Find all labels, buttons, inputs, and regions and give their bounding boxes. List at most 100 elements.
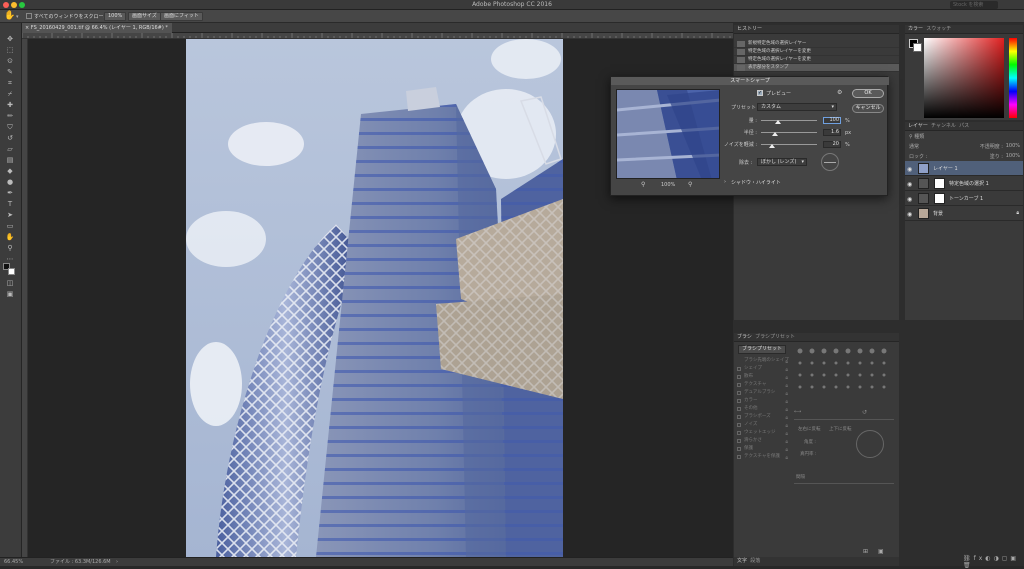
brush-option[interactable]: ブラシポーズ 🔒︎ — [736, 413, 792, 421]
layer-kind-select[interactable]: 種類 — [914, 134, 924, 140]
amount-track[interactable] — [761, 120, 817, 121]
zoom-level[interactable]: 66.45% — [4, 558, 23, 566]
dodge-tool-icon[interactable]: ● — [4, 178, 16, 187]
tab-color[interactable]: カラー — [908, 26, 923, 32]
tab-brush-presets[interactable]: ブラシプリセット — [755, 334, 795, 340]
opacity-value[interactable]: 100% — [1006, 143, 1020, 149]
lasso-tool-icon[interactable]: ଡ — [4, 57, 16, 66]
gradient-tool-icon[interactable]: ▤ — [4, 156, 16, 165]
quick-mask-icon[interactable]: ◫ — [4, 279, 16, 288]
history-item[interactable]: 新規特定色域の選択レイヤー — [734, 40, 899, 48]
brush-option[interactable]: ブラシ先端のシェイプ 🔒︎ — [736, 357, 792, 365]
tab-layers[interactable]: レイヤー — [908, 123, 928, 129]
reset-icon[interactable]: ↺ — [862, 409, 867, 416]
brush-tips-grid[interactable] — [792, 345, 897, 405]
brush-option[interactable]: その他 🔒︎ — [736, 405, 792, 413]
zoom-in-icon[interactable]: ⚲ — [688, 181, 692, 188]
brush-tool-icon[interactable]: ✏ — [4, 112, 16, 121]
background-color[interactable] — [913, 43, 922, 52]
layer-row[interactable]: ◉ トーンカーブ 1 — [905, 191, 1023, 206]
new-brush-icon[interactable]: ⊞ — [863, 548, 868, 555]
crop-tool-icon[interactable]: ⌗ — [4, 79, 16, 88]
close-tab-icon[interactable]: × — [25, 25, 29, 31]
move-tool-icon[interactable]: ✥ — [4, 35, 16, 44]
chevron-right-icon[interactable]: › — [724, 179, 726, 185]
eyedropper-tool-icon[interactable]: ⌿ — [4, 90, 16, 99]
healing-brush-tool-icon[interactable]: ✚ — [4, 101, 16, 110]
document-image[interactable] — [186, 39, 563, 557]
angle-dial[interactable] — [821, 153, 839, 171]
tab-channels[interactable]: チャンネル — [931, 123, 956, 129]
hand-tool-icon[interactable]: ✋ — [4, 233, 16, 242]
history-panel-title[interactable]: ヒストリー — [734, 25, 899, 34]
eye-icon[interactable]: ◉ — [907, 166, 912, 173]
zoom-out-icon[interactable]: ⚲ — [641, 181, 645, 188]
eraser-tool-icon[interactable]: ▱ — [4, 145, 16, 154]
blend-mode-select[interactable]: 通常 — [909, 144, 919, 150]
ok-button[interactable]: OK — [852, 89, 884, 98]
tab-character[interactable]: 文字 — [737, 558, 747, 564]
background-color-swatch[interactable] — [8, 268, 15, 275]
brush-option[interactable]: ノイズ 🔒︎ — [736, 421, 792, 429]
brush-angle-widget[interactable] — [856, 430, 884, 458]
tab-paragraph[interactable]: 段落 — [750, 558, 760, 564]
amount-thumb[interactable] — [774, 120, 781, 124]
history-item[interactable]: 特定色域の選択レイヤーを変更 — [734, 48, 899, 56]
history-item-selected[interactable]: 表示部分をスタンプ — [734, 64, 899, 72]
zoom-tool-icon[interactable]: ⚲ — [4, 244, 16, 253]
fit-screen-button[interactable]: 画面サイズ — [128, 12, 161, 21]
tab-paths[interactable]: パス — [959, 123, 969, 129]
history-brush-tool-icon[interactable]: ↺ — [4, 134, 16, 143]
amount-input[interactable]: 100 — [823, 117, 841, 124]
layers-footer-icons[interactable]: ⛓fx◐◑▢▣🗑︎ — [963, 555, 1024, 569]
eye-icon[interactable]: ◉ — [907, 211, 912, 218]
brush-option[interactable]: ウェットエッジ 🔒︎ — [736, 429, 792, 437]
cancel-button[interactable]: キャンセル — [852, 104, 884, 113]
blur-tool-icon[interactable]: ◆ — [4, 167, 16, 176]
rectangle-tool-icon[interactable]: ▭ — [4, 222, 16, 231]
document-tab[interactable]: × FS_20160429_001.tif @ 66.4% (レイヤー 1, R… — [22, 23, 172, 33]
fill-screen-button[interactable]: 画面にフィット — [160, 12, 203, 21]
marquee-tool-icon[interactable]: ⬚ — [4, 46, 16, 55]
brush-presets-button[interactable]: ブラシプリセット — [738, 345, 786, 354]
quick-select-tool-icon[interactable]: ✎ — [4, 68, 16, 77]
preview-checkbox[interactable]: ✓ — [757, 90, 763, 96]
noise-reduction-input[interactable]: 20 — [823, 141, 841, 148]
brush-option[interactable]: テクスチャを保護 🔒︎ — [736, 453, 792, 461]
layer-row-selected[interactable]: ◉ レイヤー 1 — [905, 161, 1023, 176]
remove-select[interactable]: ぼかし (レンズ) ▾ — [757, 158, 807, 166]
brush-option[interactable]: 保護 🔒︎ — [736, 445, 792, 453]
noise-reduction-thumb[interactable] — [769, 144, 776, 148]
stamp-tool-icon[interactable]: ⛉ — [4, 123, 16, 132]
radius-input[interactable]: 1.6 — [823, 129, 841, 136]
color-field[interactable] — [924, 38, 1004, 118]
screen-mode-icon[interactable]: ▣ — [4, 290, 16, 299]
type-tool-icon[interactable]: T — [4, 200, 16, 209]
fill-value[interactable]: 100% — [1006, 153, 1020, 159]
pen-tool-icon[interactable]: ✒ — [4, 189, 16, 198]
gear-icon[interactable]: ⚙ — [837, 89, 842, 96]
preview-window[interactable] — [616, 89, 720, 179]
shadow-highlight-toggle[interactable]: シャドウ・ハイライト — [731, 179, 781, 186]
brush-option[interactable]: シェイプ 🔒︎ — [736, 365, 792, 373]
path-select-tool-icon[interactable]: ➤ — [4, 211, 16, 220]
zoom-100-button[interactable]: 100% — [104, 12, 127, 21]
eye-icon[interactable]: ◉ — [907, 181, 912, 188]
stock-search-input[interactable]: Stock を検索 — [950, 1, 998, 9]
brush-option[interactable]: 滑らかさ 🔒︎ — [736, 437, 792, 445]
brush-option[interactable]: デュアルブラシ 🔒︎ — [736, 389, 792, 397]
preset-select[interactable]: カスタム ▾ — [757, 103, 837, 111]
tab-brush[interactable]: ブラシ — [737, 334, 752, 340]
scroll-all-checkbox[interactable] — [26, 13, 32, 19]
hue-slider[interactable] — [1009, 38, 1017, 118]
chevron-down-icon[interactable]: ▾ — [16, 14, 19, 20]
eye-icon[interactable]: ◉ — [907, 196, 912, 203]
radius-thumb[interactable] — [772, 132, 778, 136]
brush-option[interactable]: カラー 🔒︎ — [736, 397, 792, 405]
layer-row[interactable]: ◉ 特定色域の選択 1 — [905, 176, 1023, 191]
status-menu-icon[interactable]: › — [116, 558, 118, 566]
tab-swatches[interactable]: スウォッチ — [926, 26, 951, 32]
brush-option[interactable]: 散布 🔒︎ — [736, 373, 792, 381]
radius-track[interactable] — [761, 132, 817, 133]
hand-tool-icon[interactable]: ✋ — [4, 11, 15, 21]
